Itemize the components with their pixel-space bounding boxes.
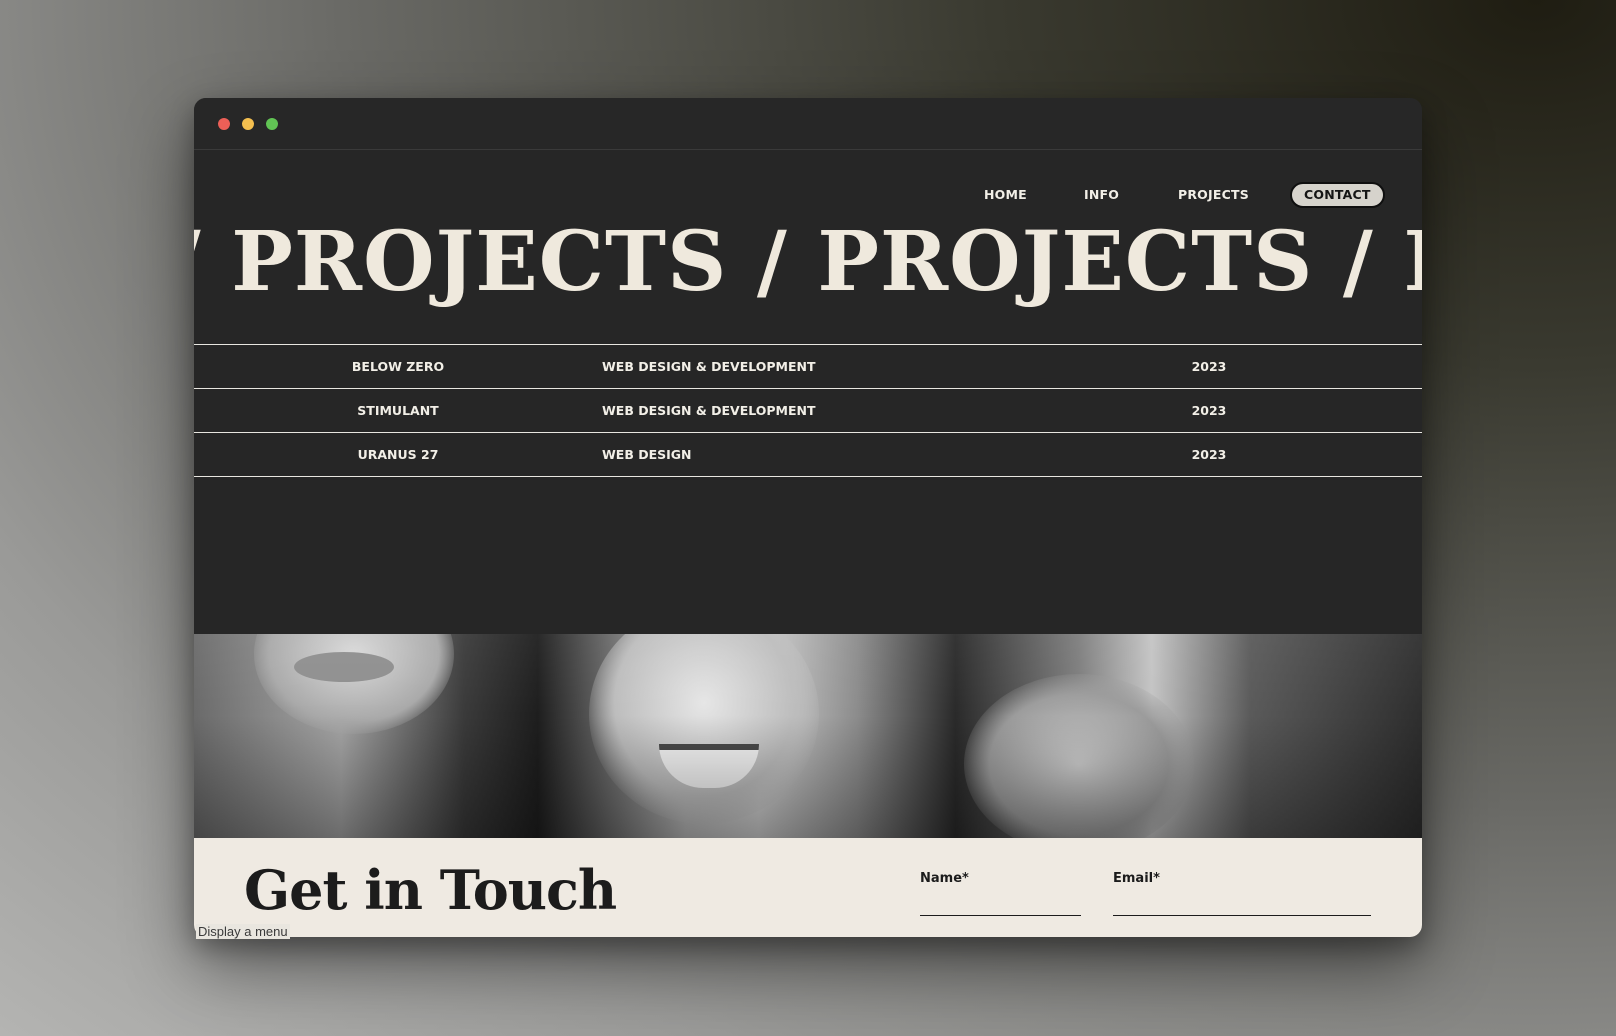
project-row[interactable]: STIMULANT WEB DESIGN & DEVELOPMENT 2023 <box>194 388 1422 432</box>
top-nav: HOME INFO PROJECTS CONTACT <box>194 182 1422 208</box>
zoom-window-button[interactable] <box>266 118 278 130</box>
projects-marquee: S / PROJECTS / PROJECTS / PROJECTS <box>194 214 1422 310</box>
project-name: STIMULANT <box>357 403 439 418</box>
project-row[interactable]: URANUS 27 WEB DESIGN 2023 <box>194 432 1422 477</box>
project-type: WEB DESIGN <box>602 447 692 462</box>
contact-section: Get in Touch Name* Email* <box>194 838 1422 937</box>
group-photo <box>194 634 1422 838</box>
project-year: 2023 <box>1191 403 1227 418</box>
email-label: Email* <box>1113 871 1160 886</box>
email-field[interactable] <box>1113 890 1375 916</box>
name-label: Name* <box>920 871 969 886</box>
project-year: 2023 <box>1191 359 1227 374</box>
name-field[interactable] <box>920 890 1085 916</box>
marquee-text: S / PROJECTS / PROJECTS / PROJECTS <box>194 214 1422 310</box>
nav-info-link[interactable]: INFO <box>1084 182 1119 208</box>
browser-window: HOME INFO PROJECTS CONTACT S / PROJECTS … <box>194 98 1422 937</box>
window-titlebar <box>194 98 1422 150</box>
project-type: WEB DESIGN & DEVELOPMENT <box>602 403 816 418</box>
name-field-underline <box>920 915 1081 916</box>
nav-home-link[interactable]: HOME <box>984 182 1027 208</box>
photo-overlay <box>194 634 1422 838</box>
nav-projects-link[interactable]: PROJECTS <box>1178 182 1249 208</box>
menu-tooltip: Display a menu <box>196 924 290 939</box>
nav-contact-button[interactable]: CONTACT <box>1290 182 1385 208</box>
contact-heading: Get in Touch <box>244 858 617 922</box>
minimize-window-button[interactable] <box>242 118 254 130</box>
project-name: BELOW ZERO <box>351 359 445 374</box>
close-window-button[interactable] <box>218 118 230 130</box>
project-name: URANUS 27 <box>357 447 439 462</box>
project-year: 2023 <box>1191 447 1227 462</box>
email-field-underline <box>1113 915 1371 916</box>
project-type: WEB DESIGN & DEVELOPMENT <box>602 359 816 374</box>
projects-table: BELOW ZERO WEB DESIGN & DEVELOPMENT 2023… <box>194 344 1422 477</box>
project-row[interactable]: BELOW ZERO WEB DESIGN & DEVELOPMENT 2023 <box>194 344 1422 388</box>
